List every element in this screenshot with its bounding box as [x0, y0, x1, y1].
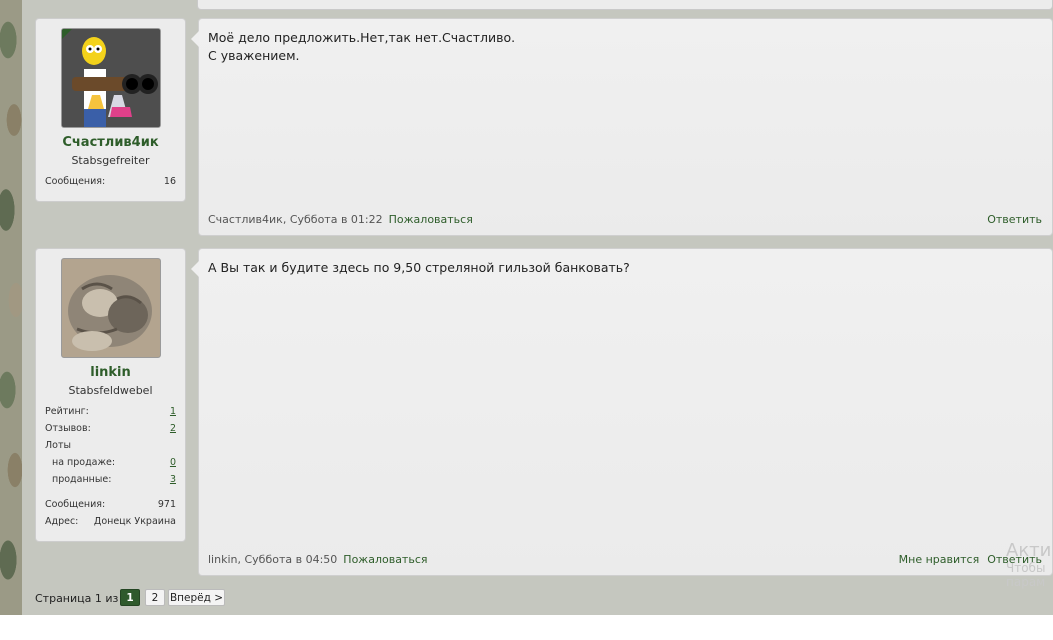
stat-sold: проданные: 3 — [45, 474, 176, 488]
watermark-line: Акти — [1006, 540, 1052, 561]
stat-value: 16 — [163, 176, 176, 187]
stat-value-link[interactable]: 1 — [170, 406, 176, 417]
stat-address: Адрес: Донецк Украина — [45, 516, 176, 530]
user-rank: Stabsfeldwebel — [68, 384, 153, 397]
post-userinfo: linkin Stabsfeldwebel Рейтинг: 1 Отзывов… — [35, 248, 186, 542]
username[interactable]: Счастлив4ик — [36, 135, 185, 150]
post-message: А Вы так и будите здесь по 9,50 стреляно… — [191, 248, 1053, 576]
stat-label: проданные: — [52, 474, 112, 485]
stat-label: Сообщения: — [45, 499, 106, 510]
message-footer: linkin, Суббота в 04:50 Пожаловаться Мне … — [208, 553, 1042, 569]
stat-messages: Сообщения: 16 — [45, 176, 176, 190]
stat-value-link[interactable]: 3 — [170, 474, 176, 485]
next-page-button[interactable]: Вперёд > — [168, 589, 225, 606]
page-bottom — [0, 615, 1053, 640]
stat-label: Лоты — [45, 440, 71, 451]
post-message: Моё дело предложить.Нет,так нет.Счастлив… — [191, 18, 1053, 236]
reply-link[interactable]: Ответить — [987, 213, 1042, 226]
post-meta: linkin, Суббота в 04:50 Пожаловаться — [208, 553, 428, 566]
stat-value: 971 — [157, 499, 176, 510]
message-body: Моё дело предложить.Нет,так нет.Счастлив… — [208, 29, 1042, 65]
post-actions: Ответить — [979, 213, 1042, 226]
speech-arrow — [191, 31, 199, 47]
stat-label: Рейтинг: — [45, 406, 89, 417]
post-author-date[interactable]: linkin, Суббота в 04:50 — [208, 553, 337, 566]
message-body: А Вы так и будите здесь по 9,50 стреляно… — [208, 259, 1042, 277]
avatar[interactable] — [61, 28, 161, 128]
message-line: С уважением. — [208, 48, 300, 63]
windows-activation-watermark: Акти Чтобы парам — [1006, 540, 1053, 589]
like-link[interactable]: Мне нравится — [899, 553, 980, 566]
stat-lots: Лоты — [45, 440, 176, 454]
report-link[interactable]: Пожаловаться — [343, 553, 427, 566]
report-link[interactable]: Пожаловаться — [389, 213, 473, 226]
page-1-button[interactable]: 1 — [120, 589, 140, 606]
previous-post-bottom — [197, 0, 1053, 10]
stat-messages: Сообщения: 971 — [45, 499, 176, 513]
cat-avatar-image — [62, 259, 160, 357]
stat-label: Отзывов: — [45, 423, 91, 434]
stat-on-sale: на продаже: 0 — [45, 457, 176, 471]
camouflage-background — [0, 0, 22, 640]
page-2-button[interactable]: 2 — [145, 589, 165, 606]
stat-label: на продаже: — [52, 457, 116, 468]
avatar[interactable] — [61, 258, 161, 358]
homer-avatar-image — [62, 29, 160, 127]
stat-reviews: Отзывов: 2 — [45, 423, 176, 437]
user-rank: Stabsgefreiter — [71, 154, 150, 167]
username[interactable]: linkin — [36, 365, 185, 380]
stat-label: Сообщения: — [45, 176, 106, 187]
stat-value: Донецк Украина — [93, 516, 176, 527]
post-author-date[interactable]: Счастлив4ик, Суббота в 01:22 — [208, 213, 383, 226]
page-label: Страница 1 из 2 — [35, 592, 129, 605]
watermark-line: парам — [1006, 575, 1046, 589]
post-userinfo: Счастлив4ик Stabsgefreiter Сообщения: 16 — [35, 18, 186, 202]
stat-rating: Рейтинг: 1 — [45, 406, 176, 420]
stat-label: Адрес: — [45, 516, 79, 527]
message-line: Моё дело предложить.Нет,так нет.Счастлив… — [208, 30, 516, 45]
message-footer: Счастлив4ик, Суббота в 01:22 Пожаловаться… — [208, 213, 1042, 229]
message-line: А Вы так и будите здесь по 9,50 стреляно… — [208, 260, 630, 275]
stat-value-link[interactable]: 0 — [170, 457, 176, 468]
watermark-line: Чтобы — [1006, 561, 1046, 575]
stat-value-link[interactable]: 2 — [170, 423, 176, 434]
post-meta: Счастлив4ик, Суббота в 01:22 Пожаловаться — [208, 213, 473, 226]
speech-arrow — [191, 261, 199, 277]
